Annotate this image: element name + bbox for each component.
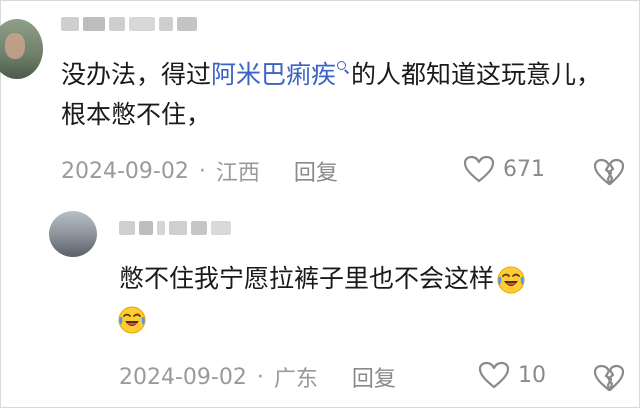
- crying-laughing-emoji: [118, 306, 146, 334]
- comment-date: 2024-09-02: [119, 364, 247, 390]
- meta-separator: ·: [256, 364, 264, 390]
- username-blurred[interactable]: [119, 221, 231, 235]
- like-count: 671: [503, 156, 545, 182]
- comment-thread: 没办法，得过阿米巴痢疾 的人都知道这玩意儿，根本憋不住， 2024-09-02 ·…: [0, 0, 640, 408]
- search-icon[interactable]: [337, 61, 349, 73]
- comment-location: 江西: [215, 161, 260, 186]
- meta-separator: ·: [198, 158, 206, 184]
- reply-button[interactable]: 回复: [294, 155, 338, 187]
- username-blurred[interactable]: [61, 17, 197, 31]
- heart-outline-icon: [463, 155, 495, 183]
- heart-outline-icon: [478, 361, 510, 389]
- like-button[interactable]: 10: [478, 361, 546, 389]
- comment-date: 2024-09-02: [61, 158, 189, 184]
- avatar[interactable]: [49, 211, 97, 257]
- reply-button[interactable]: 回复: [352, 361, 396, 393]
- comment-location: 广东: [273, 367, 318, 392]
- comment-meta: 2024-09-02 · 江西 回复: [61, 155, 338, 187]
- avatar[interactable]: [0, 19, 43, 79]
- comment-text: 没办法，得过阿米巴痢疾 的人都知道这玩意儿，根本憋不住，: [61, 55, 621, 135]
- keyword-link[interactable]: 阿米巴痢疾: [211, 60, 336, 89]
- comment-text: 憋不住我宁愿拉裤子里也不会这样: [118, 259, 619, 339]
- broken-heart-icon[interactable]: [593, 157, 625, 187]
- broken-heart-icon[interactable]: [593, 363, 625, 393]
- crying-laughing-emoji: [497, 266, 525, 294]
- comment-text-part: 没办法，得过: [61, 60, 212, 89]
- like-button[interactable]: 671: [463, 155, 545, 183]
- comment-meta: 2024-09-02 · 广东 回复: [119, 361, 396, 393]
- like-count: 10: [518, 362, 546, 388]
- comment-text-part: 憋不住我宁愿拉裤子里也不会这样: [119, 264, 495, 293]
